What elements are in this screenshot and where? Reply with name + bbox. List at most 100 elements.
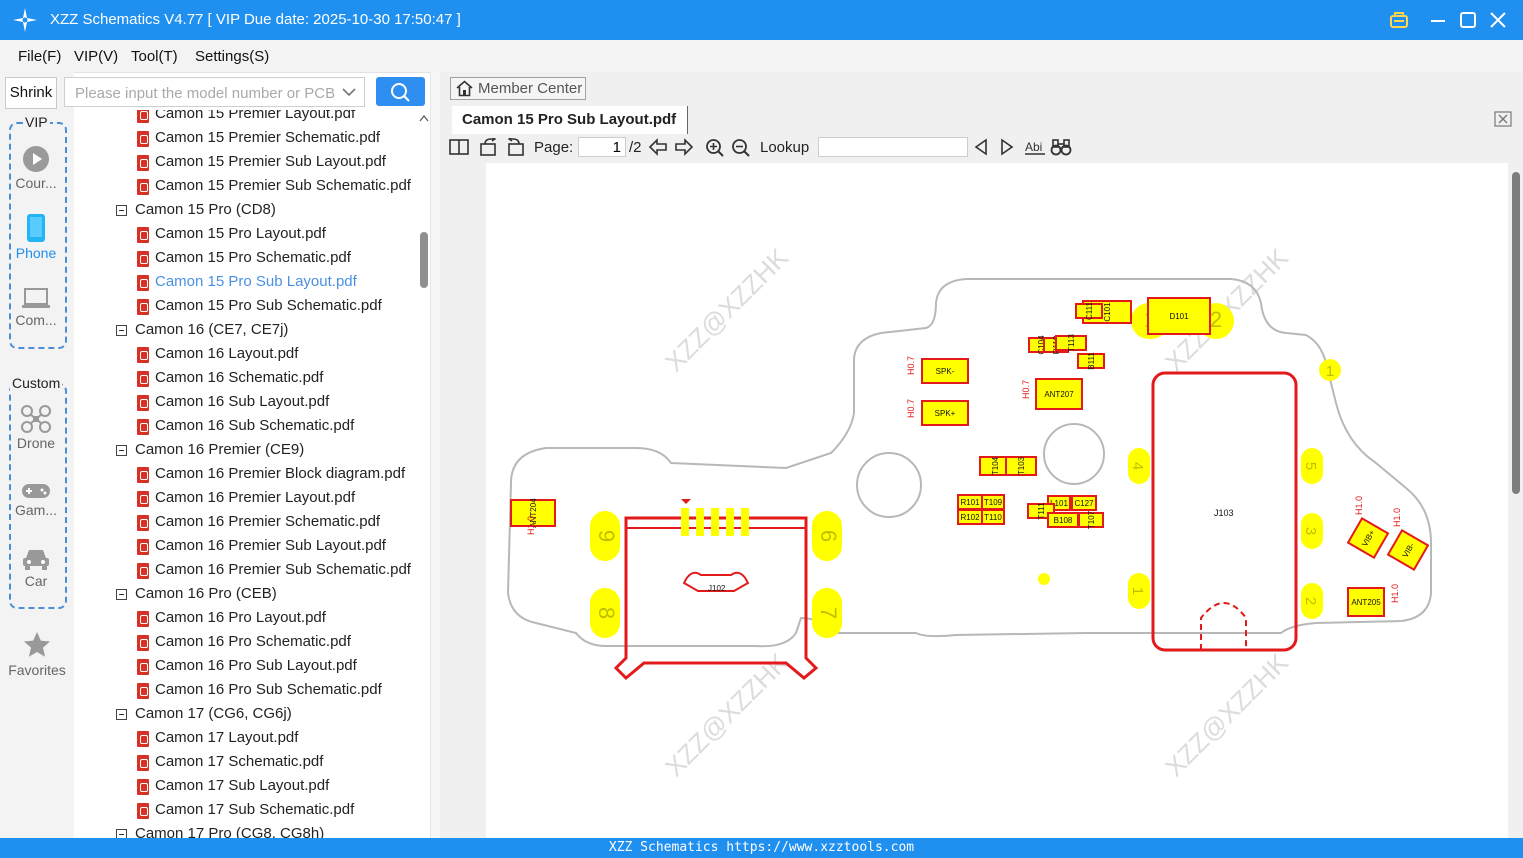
hole-size-label: H1.0 (1390, 584, 1400, 603)
tree-item-label: Camon 17 Sub Layout.pdf (155, 777, 330, 794)
pcb-component: VIB+ (1346, 517, 1390, 559)
pdf-file-icon (137, 635, 149, 651)
page-total: /2 (629, 139, 642, 156)
sidebar-toggle-icon[interactable] (449, 138, 469, 156)
hole-size-label: H1.0 (526, 516, 536, 535)
tree-item-label: Camon 16 Premier (CE9) (135, 441, 305, 458)
rail-item-drone[interactable]: Drone (7, 405, 65, 451)
collapse-icon[interactable] (116, 445, 127, 456)
pdf-file-icon (137, 251, 149, 267)
close-icon[interactable] (1486, 8, 1510, 32)
rail-item-phone[interactable]: Phone (7, 213, 65, 261)
menu-settings[interactable]: Settings(S) (195, 48, 269, 65)
test-point (1038, 573, 1050, 585)
gamepad-icon (22, 484, 50, 498)
svg-text:T103: T103 (1017, 456, 1026, 475)
binoculars-icon[interactable] (1050, 138, 1072, 156)
pdf-page-canvas[interactable]: XZZ@XZZHK XZZ@XZZHK XZZ@XZZHK XZZ@XZZHK … (486, 163, 1508, 838)
svg-text:R101: R101 (960, 498, 980, 507)
rail-item-computer[interactable]: Com... (7, 288, 65, 328)
file-tree: Camon 15 Premier Layout.pdf Camon 15 Prem… (74, 110, 418, 838)
tab-active-document[interactable]: Camon 15 Pro Sub Layout.pdf (452, 106, 688, 134)
pdf-file-icon (137, 491, 149, 507)
play-icon (23, 146, 49, 172)
member-center-button[interactable]: Member Center (450, 77, 586, 100)
tree-item-label: Camon 16 Premier Sub Layout.pdf (155, 537, 386, 554)
svg-text:C127: C127 (1074, 499, 1094, 508)
tree-item-label: Camon 16 Pro Layout.pdf (155, 609, 326, 626)
shrink-button[interactable]: Shrink (5, 77, 57, 109)
menu-file[interactable]: File(F) (18, 48, 61, 65)
zoom-out-icon[interactable] (731, 138, 751, 158)
rail-item-car[interactable]: Car (7, 547, 65, 589)
maximize-icon[interactable] (1456, 8, 1480, 32)
svg-text:ANT207: ANT207 (1044, 390, 1074, 399)
pdf-file-icon (137, 467, 149, 483)
rail-item-label: Drone (16, 435, 56, 451)
tree-item-label: Camon 15 Premier Sub Schematic.pdf (155, 177, 411, 194)
previous-page-icon[interactable] (648, 138, 668, 156)
pcb-layout-drawing[interactable]: XZZ@XZZHK XZZ@XZZHK XZZ@XZZHK XZZ@XZZHK … (486, 163, 1508, 838)
tree-item-label: Camon 17 (CG6, CG6j) (135, 705, 292, 722)
viewer-scroll-thumb[interactable] (1512, 172, 1520, 494)
scroll-up-icon[interactable] (419, 114, 429, 122)
search-button[interactable] (376, 77, 425, 106)
tree-item-label: Camon 17 Schematic.pdf (155, 753, 324, 770)
pcb-component: C127 (1071, 495, 1097, 511)
rail-item-favorites[interactable]: Favorites (7, 630, 67, 678)
tree-scroll-thumb[interactable] (420, 232, 428, 288)
collapse-icon[interactable] (116, 325, 127, 336)
pad-number: 9 (594, 530, 619, 542)
tree-item-label: Camon 16 Schematic.pdf (155, 369, 324, 386)
tree-item-label: Camon 17 Pro (CG8, CG8h) (135, 825, 325, 838)
model-search-field[interactable] (64, 77, 365, 107)
rotate-left-icon[interactable] (479, 138, 499, 156)
pcb-component: SPK- (921, 358, 969, 384)
collapse-icon[interactable] (116, 709, 127, 720)
page-number-input[interactable] (578, 137, 626, 157)
pad-number: 1 (1326, 363, 1334, 380)
chevron-down-icon[interactable] (342, 86, 356, 98)
tree-scrollbar[interactable] (418, 110, 430, 838)
hole-size-label: H0.7 (906, 356, 916, 375)
collapse-icon[interactable] (116, 205, 127, 216)
pad-number: 8 (594, 607, 619, 619)
minimize-icon[interactable] (1426, 8, 1450, 32)
zoom-in-icon[interactable] (705, 138, 725, 158)
member-center-label: Member Center (478, 80, 583, 97)
rail-item-courses[interactable]: Cour... (7, 145, 65, 191)
find-next-icon[interactable] (999, 138, 1015, 156)
home-icon (456, 80, 473, 97)
status-footer: XZZ Schematics https://www.xzztools.com (0, 838, 1523, 858)
pad-number: 7 (816, 607, 841, 619)
tree-item-label: Camon 15 Premier Sub Layout.pdf (155, 153, 386, 170)
tree-item-label: Camon 16 Pro Sub Layout.pdf (155, 657, 357, 674)
search-input[interactable] (73, 82, 342, 104)
custom-group-label: Custom (10, 375, 63, 391)
svg-text:T113: T113 (1067, 334, 1076, 352)
pdf-file-icon (137, 659, 149, 675)
lookup-input[interactable] (818, 137, 968, 157)
pdf-file-icon (137, 131, 149, 147)
pcb-component: T113 (1055, 334, 1087, 352)
pad-number: 2 (1210, 307, 1222, 332)
match-case-icon[interactable]: Abi (1024, 138, 1046, 156)
pcb-component: T107 (1078, 510, 1104, 529)
next-page-icon[interactable] (674, 138, 694, 156)
vip-badge-icon[interactable] (1387, 8, 1411, 32)
tree-item-label: Camon 17 Layout.pdf (155, 729, 299, 746)
tree-item-label: Camon 16 (CE7, CE7j) (135, 321, 289, 338)
menu-vip[interactable]: VIP(V) (74, 48, 118, 65)
title-bar: XZZ Schematics V4.77 [ VIP Due date: 202… (0, 0, 1523, 40)
rotate-right-icon[interactable] (505, 138, 525, 156)
rail-item-game[interactable]: Gam... (7, 482, 65, 518)
close-tab-icon[interactable] (1494, 111, 1512, 127)
menu-tool[interactable]: Tool(T) (131, 48, 178, 65)
collapse-icon[interactable] (116, 829, 127, 838)
collapse-icon[interactable] (116, 589, 127, 600)
pcb-component: B108 (1047, 512, 1079, 528)
pad-number: 5 (1302, 462, 1319, 470)
find-previous-icon[interactable] (973, 138, 989, 156)
rail-item-label: Car (24, 573, 48, 589)
tree-item-label: Camon 15 Pro Sub Schematic.pdf (155, 297, 382, 314)
